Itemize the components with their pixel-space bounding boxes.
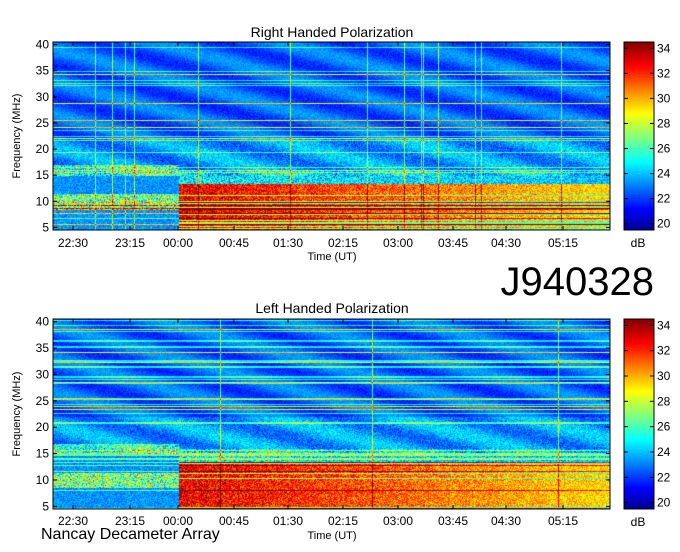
heatmap-area	[52, 41, 611, 231]
colorbar-label: dB	[631, 515, 646, 529]
colorbar-tick-label: 22	[657, 192, 671, 206]
x-tick-label: 00:45	[219, 514, 249, 528]
y-tick-label: 40	[36, 38, 50, 52]
panel-title: Right Handed Polarization	[251, 24, 414, 40]
x-tick-label: 04:30	[491, 236, 521, 250]
colorbar-tick-label: 28	[657, 116, 671, 130]
colorbar-tick-label: 34	[657, 41, 671, 55]
colorbar: 20 22 24 26 28 30 32 34 dB	[623, 318, 671, 529]
y-tick-label: 20	[36, 420, 50, 434]
instrument-name: Nancay Decameter Array	[41, 526, 220, 543]
x-tick-label: 23:15	[115, 236, 145, 250]
x-tick-label: 03:45	[438, 236, 468, 250]
y-tick-label: 30	[36, 90, 50, 104]
x-tick-label: 03:00	[383, 514, 413, 528]
x-tick-label: 02:15	[328, 236, 358, 250]
x-axis-label: Time (UT)	[307, 530, 356, 542]
y-tick-label: 30	[36, 367, 50, 381]
colorbar-gradient	[623, 41, 655, 231]
colorbar-tick-label: 32	[657, 344, 671, 358]
spectrogram-image	[53, 42, 610, 230]
y-tick-label: 40	[36, 315, 50, 329]
x-tick-label: 00:45	[219, 236, 249, 250]
y-tick-label: 10	[36, 473, 50, 487]
panel-right-polarization: Right Handed Polarization 5 10 15 20 25 30 35 4…	[11, 24, 671, 263]
y-axis-label: Frequency (MHz)	[11, 94, 23, 179]
colorbar-tick-label: 34	[657, 318, 671, 332]
colorbar-tick-label: 20	[657, 217, 671, 231]
x-tick-label: 04:30	[491, 514, 521, 528]
panel-left-polarization: Left Handed Polarization 5 10 15 20 25 30 35 40…	[11, 300, 671, 542]
colorbar-tick-label: 30	[657, 91, 671, 105]
x-tick-label: 02:15	[328, 514, 358, 528]
y-tick-label: 25	[36, 116, 50, 130]
x-tick-label: 03:00	[383, 236, 413, 250]
y-axis-label: Frequency (MHz)	[11, 372, 23, 457]
y-tick-label: 35	[36, 341, 50, 355]
panel-title: Left Handed Polarization	[255, 300, 408, 316]
x-tick-label: 01:30	[273, 236, 303, 250]
colorbar-label: dB	[631, 236, 646, 250]
y-tick-label: 15	[36, 168, 50, 182]
colorbar: 20 22 24 26 28 30 32 34 dB	[623, 41, 671, 250]
y-tick-label: 25	[36, 394, 50, 408]
y-tick-label: 20	[36, 142, 50, 156]
colorbar-tick-label: 28	[657, 394, 671, 408]
x-tick-label: 05:15	[548, 514, 578, 528]
colorbar-tick-label: 26	[657, 420, 671, 434]
x-axis-label: Time (UT)	[307, 251, 356, 263]
y-tick-label: 15	[36, 447, 50, 461]
y-tick-label: 5	[42, 220, 49, 234]
colorbar-tick-label: 26	[657, 142, 671, 156]
colorbar-tick-label: 20	[657, 496, 671, 510]
x-tick-label: 05:15	[548, 236, 578, 250]
heatmap-area	[52, 318, 611, 510]
colorbar-tick-label: 32	[657, 66, 671, 80]
observation-id: J940328	[500, 260, 654, 304]
colorbar-tick-label: 30	[657, 369, 671, 383]
x-tick-label: 00:00	[163, 236, 193, 250]
colorbar-tick-label: 24	[657, 167, 671, 181]
y-tick-label: 10	[36, 194, 50, 208]
spectrogram-image	[53, 319, 610, 509]
colorbar-tick-label: 24	[657, 445, 671, 459]
x-tick-label: 22:30	[58, 236, 88, 250]
y-tick-label: 35	[36, 64, 50, 78]
x-tick-label: 03:45	[438, 514, 468, 528]
colorbar-tick-label: 22	[657, 470, 671, 484]
y-tick-label: 5	[42, 499, 49, 513]
colorbar-gradient	[623, 318, 655, 510]
x-tick-label: 01:30	[273, 514, 303, 528]
